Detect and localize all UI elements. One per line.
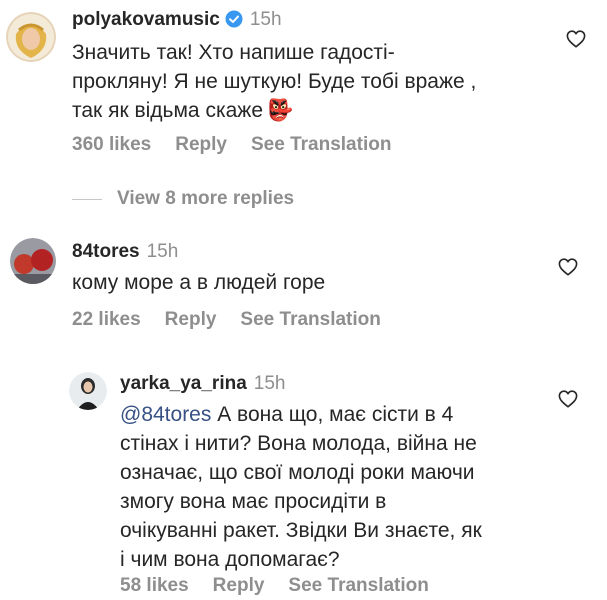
comment-text-line: кому море а в людей горе <box>72 271 326 294</box>
comment-text-line: очікуванні ракет. Звідки Ви знаєте, як <box>120 519 482 542</box>
comment-username[interactable]: 84tores <box>72 241 140 262</box>
comment-text-line: прокляну! Я не шуткую! Буде тобі враже , <box>72 70 477 93</box>
comment-time: 15h <box>146 241 179 262</box>
comment-text-line: @84tores А вона що, має сісти в 4 <box>120 400 482 429</box>
comment-time: 15h <box>249 9 282 30</box>
comment-text: @84tores А вона що, має сісти в 4 стінах… <box>120 400 482 574</box>
reply-button[interactable]: Reply <box>175 134 227 155</box>
avatar-yarka_ya_rina[interactable] <box>69 372 107 410</box>
see-translation-button[interactable]: See Translation <box>240 309 380 330</box>
goblin-emoji-icon: 👺 <box>267 99 294 122</box>
comment-text-line: так як відьма скаже 👺 <box>72 96 476 125</box>
view-more-replies-button[interactable]: View 8 more replies <box>117 187 294 211</box>
comment-text-line-content: А вона що, має сісти в 4 <box>211 403 454 426</box>
reply-button[interactable]: Reply <box>165 309 217 330</box>
comment-text-line: Значить так! Хто напише гадості- <box>72 41 395 64</box>
mention-link[interactable]: @84tores <box>120 403 211 426</box>
heart-outline-icon[interactable] <box>558 258 578 281</box>
avatar-84tores[interactable] <box>10 238 56 284</box>
comment-text: Значить так! Хто напише гадості- проклян… <box>72 38 476 125</box>
replies-divider-line <box>72 199 102 200</box>
reply-button[interactable]: Reply <box>213 575 265 596</box>
comment-time: 15h <box>253 373 286 394</box>
comment-text-line-content: так як відьма скаже <box>72 99 263 122</box>
likes-count[interactable]: 360 likes <box>72 134 151 155</box>
comment-username[interactable]: yarka_ya_rina <box>120 373 247 394</box>
verified-badge-icon <box>225 10 243 36</box>
likes-count[interactable]: 22 likes <box>72 309 141 330</box>
comment-text: кому море а в людей горе <box>72 268 325 297</box>
comment-username[interactable]: polyakovamusic <box>72 9 220 30</box>
comment-text-line: означає, що свої молоді роки маючи <box>120 461 475 484</box>
comment-text-line: стінах і нити? Вона молода, війна не <box>120 432 477 455</box>
see-translation-button[interactable]: See Translation <box>288 575 428 596</box>
comment-text-line: змогу вона має просидіти в <box>120 490 387 513</box>
comment-text-line: і чим вона допомагає? <box>120 548 340 571</box>
avatar-polyakovamusic[interactable] <box>6 12 56 62</box>
see-translation-button[interactable]: See Translation <box>251 134 391 155</box>
likes-count[interactable]: 58 likes <box>120 575 189 596</box>
heart-outline-icon[interactable] <box>558 390 578 413</box>
heart-outline-icon[interactable] <box>566 30 586 53</box>
